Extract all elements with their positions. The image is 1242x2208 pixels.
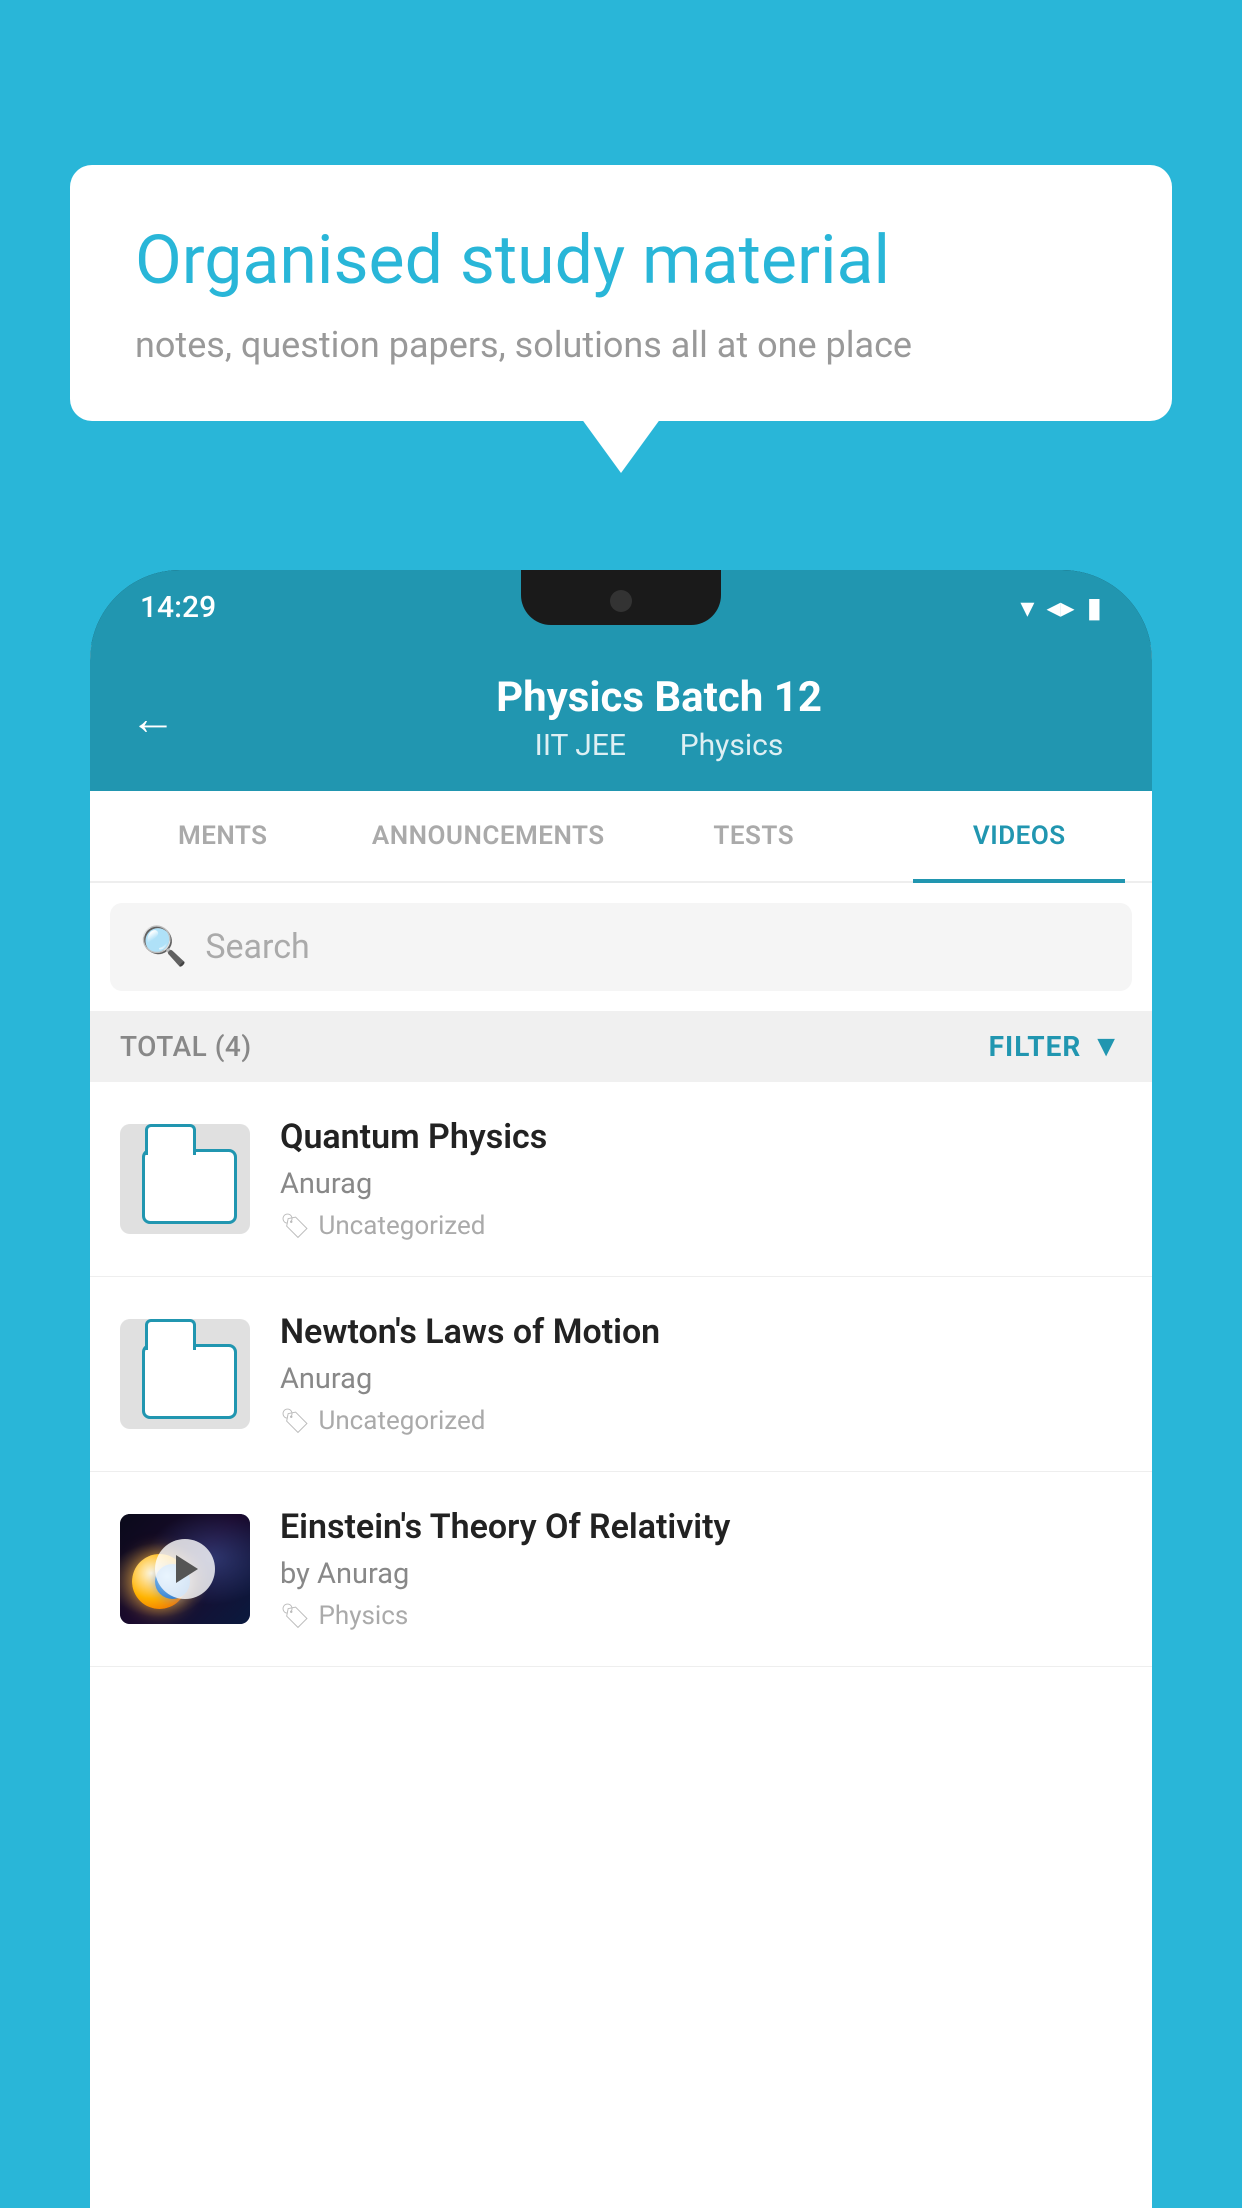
tag-label-1: Uncategorized: [318, 1211, 485, 1241]
video-thumbnail-2: [120, 1319, 250, 1429]
header-subtitle: IIT JEE Physics: [206, 728, 1112, 763]
header-title: Physics Batch 12: [206, 673, 1112, 722]
notch: [521, 570, 721, 625]
bubble-subtitle: notes, question papers, solutions all at…: [135, 324, 1107, 366]
tabs: MENTS ANNOUNCEMENTS TESTS VIDEOS: [90, 791, 1152, 883]
video-thumbnail-3: [120, 1514, 250, 1624]
header-title-block: Physics Batch 12 IIT JEE Physics: [206, 673, 1112, 763]
search-icon: 🔍: [140, 925, 187, 969]
list-item[interactable]: Einstein's Theory Of Relativity by Anura…: [90, 1472, 1152, 1667]
play-triangle: [176, 1555, 198, 1583]
video-title-1: Quantum Physics: [280, 1117, 1122, 1157]
video-list: Quantum Physics Anurag 🏷 Uncategorized: [90, 1082, 1152, 2208]
video-info-2: Newton's Laws of Motion Anurag 🏷 Uncateg…: [280, 1312, 1122, 1436]
list-item[interactable]: Quantum Physics Anurag 🏷 Uncategorized: [90, 1082, 1152, 1277]
video-tag-2: 🏷 Uncategorized: [280, 1406, 1122, 1436]
video-info-1: Quantum Physics Anurag 🏷 Uncategorized: [280, 1117, 1122, 1241]
wifi-icon: ▾: [1020, 591, 1034, 624]
video-thumbnail-1: [120, 1124, 250, 1234]
video-title-2: Newton's Laws of Motion: [280, 1312, 1122, 1352]
phone-frame: 14:29 ▾ ◂▸ ▮ ← Physics Batch 12 IIT JEE …: [90, 570, 1152, 2208]
tag-label-2: Uncategorized: [318, 1406, 485, 1436]
tag-label-3: Physics: [318, 1601, 408, 1631]
tab-videos[interactable]: VIDEOS: [887, 791, 1153, 881]
app-header: ← Physics Batch 12 IIT JEE Physics: [90, 645, 1152, 791]
status-icons: ▾ ◂▸ ▮: [1020, 591, 1102, 624]
search-bar[interactable]: 🔍 Search: [110, 903, 1132, 991]
total-count: TOTAL (4): [120, 1030, 252, 1063]
subtitle-iit: IIT JEE: [535, 728, 626, 763]
folder-icon: [130, 1134, 240, 1224]
subtitle-physics: Physics: [680, 728, 784, 763]
camera: [610, 590, 632, 612]
filter-icon: ▼: [1091, 1029, 1122, 1064]
folder-icon: [130, 1329, 240, 1419]
video-author-1: Anurag: [280, 1167, 1122, 1201]
filter-label: FILTER: [989, 1030, 1082, 1063]
tab-ments[interactable]: MENTS: [90, 791, 356, 881]
search-placeholder: Search: [205, 927, 309, 967]
back-button[interactable]: ←: [130, 691, 176, 746]
tab-tests[interactable]: TESTS: [621, 791, 887, 881]
tag-icon: 🏷: [280, 1602, 310, 1630]
play-button[interactable]: [155, 1539, 215, 1599]
tab-announcements[interactable]: ANNOUNCEMENTS: [356, 791, 622, 881]
video-tag-1: 🏷 Uncategorized: [280, 1211, 1122, 1241]
tag-icon: 🏷: [280, 1212, 310, 1240]
filter-button[interactable]: FILTER ▼: [989, 1029, 1122, 1064]
signal-icon: ◂▸: [1046, 591, 1074, 624]
speech-bubble-container: Organised study material notes, question…: [70, 165, 1172, 421]
video-author-2: Anurag: [280, 1362, 1122, 1396]
list-item[interactable]: Newton's Laws of Motion Anurag 🏷 Uncateg…: [90, 1277, 1152, 1472]
status-time: 14:29: [140, 590, 216, 625]
phone-screen: ← Physics Batch 12 IIT JEE Physics MENTS…: [90, 645, 1152, 2208]
filter-bar: TOTAL (4) FILTER ▼: [90, 1011, 1152, 1082]
video-author-3: by Anurag: [280, 1557, 1122, 1591]
video-info-3: Einstein's Theory Of Relativity by Anura…: [280, 1507, 1122, 1631]
video-tag-3: 🏷 Physics: [280, 1601, 1122, 1631]
tag-icon: 🏷: [280, 1407, 310, 1435]
speech-bubble: Organised study material notes, question…: [70, 165, 1172, 421]
video-title-3: Einstein's Theory Of Relativity: [280, 1507, 1122, 1547]
battery-icon: ▮: [1087, 591, 1102, 624]
bubble-title: Organised study material: [135, 220, 1107, 302]
